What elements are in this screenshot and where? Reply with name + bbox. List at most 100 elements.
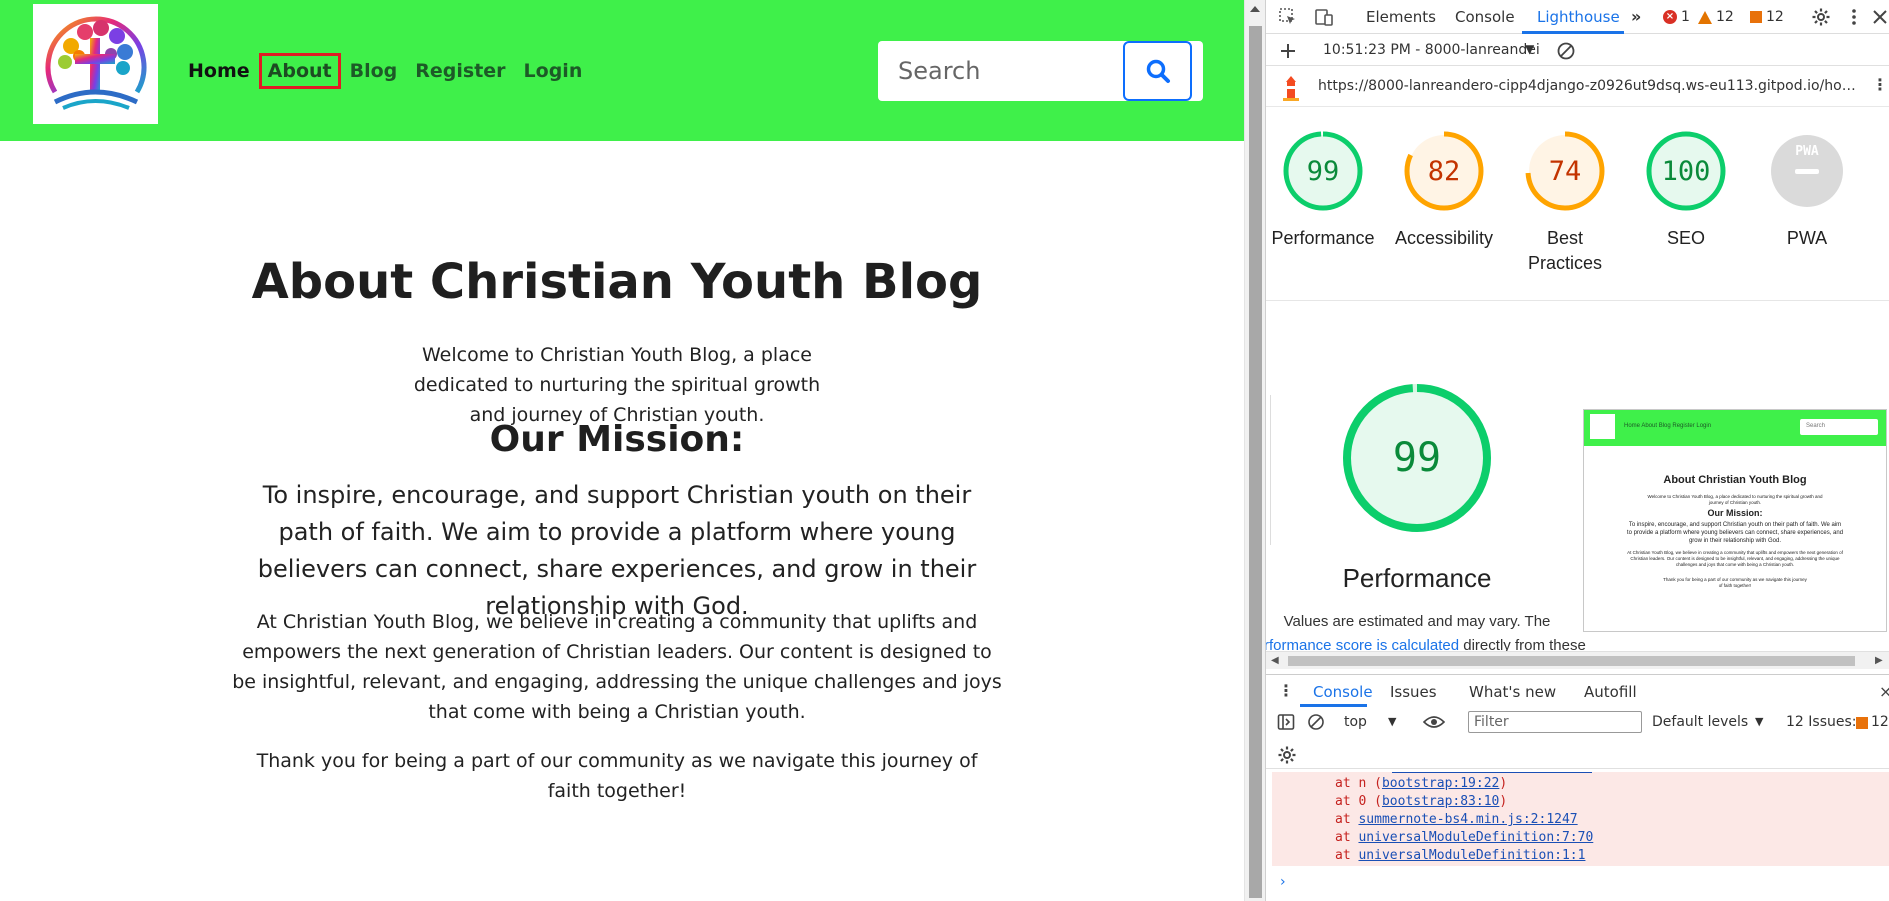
mission-paragraph: To inspire, encourage, and support Chris…	[257, 481, 977, 620]
console-settings-gear-icon[interactable]	[1277, 745, 1297, 765]
stack-frame-link[interactable]: summernote-bs4.min.js:2:1247	[1358, 812, 1577, 827]
live-expression-eye-icon[interactable]	[1423, 714, 1445, 730]
thumbnail-search: Search	[1800, 419, 1878, 435]
stack-frame-link[interactable]: bootstrap:83:10	[1382, 794, 1499, 809]
url-more-icon[interactable]: ⋮	[1872, 75, 1888, 94]
thumbnail-separator	[1270, 395, 1271, 545]
device-toolbar-icon[interactable]	[1314, 7, 1334, 27]
horizontal-scrollbar-thumb[interactable]	[1288, 656, 1855, 666]
thumbnail-mission-title: Our Mission:	[1707, 508, 1763, 518]
drawer-tab-issues[interactable]: Issues	[1390, 683, 1437, 701]
thumbnail-navbar: Home About Blog Register Login Search	[1584, 410, 1886, 446]
warning-count-badge[interactable]: 12	[1698, 9, 1734, 25]
score-gauge-seo[interactable]: 100	[1646, 131, 1726, 211]
community-paragraph: At Christian Youth Blog, we believe in c…	[232, 611, 1002, 723]
console-filter-input[interactable]	[1468, 711, 1642, 733]
search-icon	[1146, 59, 1170, 83]
more-options-icon[interactable]	[1844, 7, 1864, 27]
lighthouse-report-bar: 10:51:23 PM - 8000-lanreandei ▼	[1266, 35, 1889, 66]
report-url-bar: https://8000-lanreandero-cipp4django-z09…	[1266, 67, 1889, 107]
navbar: Home About Blog Register Login	[0, 0, 1244, 141]
console-issues-count[interactable]: 12	[1871, 714, 1889, 730]
devtools-toolbar: Elements Console Lighthouse » × 1 12 12	[1266, 0, 1889, 34]
nav-register-link[interactable]: Register	[409, 56, 511, 86]
nav-login-link[interactable]: Login	[518, 56, 589, 86]
site-logo[interactable]	[33, 4, 158, 124]
thumbnail-community: At Christian Youth Blog, we believe in c…	[1627, 550, 1843, 567]
drawer-tab-console[interactable]: Console	[1313, 683, 1373, 701]
report-url: https://8000-lanreandero-cipp4django-z09…	[1318, 78, 1858, 94]
score-gauge-accessibility[interactable]: 82	[1404, 131, 1484, 211]
values-note: Values are estimated and may vary. The	[1283, 613, 1551, 630]
report-dropdown-caret-icon[interactable]: ▼	[1525, 42, 1534, 56]
report-selector[interactable]: 10:51:23 PM - 8000-lanreandei	[1323, 42, 1548, 58]
log-levels-dropdown[interactable]: Default levels	[1652, 714, 1748, 730]
console-prompt-chevron-icon[interactable]: ›	[1280, 874, 1286, 890]
thumbnail-welcome: Welcome to Christian Youth Blog, a place…	[1647, 494, 1823, 505]
scroll-up-arrow-icon[interactable]	[1250, 6, 1260, 12]
thumbnail-thanks: Thank you for being a part of our commun…	[1663, 577, 1807, 588]
thumbnail-logo	[1590, 414, 1615, 439]
console-issues-label[interactable]: 12 Issues:	[1786, 714, 1856, 730]
clear-console-icon[interactable]	[1307, 713, 1325, 731]
page-title: About Christian Youth Blog	[251, 254, 983, 310]
stack-frame-prefix: at 0 (	[1335, 794, 1382, 809]
devtools-panel: Elements Console Lighthouse » × 1 12 12	[1265, 0, 1889, 901]
drawer-tabs: ⋮ Console Issues What's new Autofill ×	[1266, 674, 1889, 707]
stack-frame: at n (bootstrap:19:22)	[1335, 775, 1507, 793]
stack-frame-link[interactable]: bootstrap:19:22	[1382, 776, 1499, 791]
nav-home-link[interactable]: Home	[182, 56, 256, 86]
stack-frame-suffix: )	[1499, 794, 1508, 809]
search-button[interactable]	[1123, 41, 1192, 101]
console-sidebar-icon[interactable]	[1277, 713, 1295, 731]
nav-about-link[interactable]: About	[258, 53, 341, 89]
close-devtools-icon[interactable]	[1870, 7, 1889, 27]
tab-elements[interactable]: Elements	[1366, 8, 1436, 26]
stack-frame-link[interactable]: universalModuleDefinition:1:1	[1358, 848, 1585, 863]
clear-reports-icon[interactable]	[1556, 41, 1576, 61]
thumbnail-mission-text: To inspire, encourage, and support Chris…	[1626, 522, 1844, 544]
issues-count-badge[interactable]: 12	[1750, 9, 1784, 25]
scroll-left-arrow-icon[interactable]: ◀	[1271, 655, 1279, 666]
cross-tree-logo-icon	[45, 16, 147, 110]
page-scrollbar[interactable]	[1244, 0, 1265, 901]
nav-blog-link[interactable]: Blog	[344, 56, 404, 86]
close-drawer-icon[interactable]: ×	[1879, 682, 1889, 701]
issue-flag-icon	[1750, 11, 1762, 23]
drawer-tab-whats-new[interactable]: What's new	[1469, 683, 1556, 701]
section-divider	[1266, 300, 1889, 301]
score-gauge-performance[interactable]: 99	[1283, 131, 1363, 211]
tab-console[interactable]: Console	[1455, 8, 1515, 26]
page-scrollbar-thumb[interactable]	[1249, 26, 1262, 898]
more-tabs-icon[interactable]: »	[1631, 8, 1641, 26]
inspect-element-icon[interactable]	[1278, 7, 1298, 27]
stack-frame-suffix: )	[1499, 776, 1508, 791]
performance-heading: Performance	[1342, 563, 1492, 593]
score-gauge-best-practices[interactable]: 74	[1525, 131, 1605, 211]
page-screenshot-thumbnail[interactable]: Home About Blog Register Login Search Ab…	[1583, 409, 1887, 632]
welcome-paragraph: Welcome to Christian Youth Blog, a place…	[413, 344, 821, 426]
stack-frame-link[interactable]: universalModuleDefinition:7:70	[1358, 830, 1593, 845]
search-input[interactable]	[878, 41, 1122, 101]
settings-gear-icon[interactable]	[1811, 7, 1831, 27]
error-icon: ×	[1663, 10, 1677, 24]
score-label: Accessibility	[1394, 228, 1494, 248]
context-selector[interactable]: top	[1344, 714, 1367, 730]
drawer-tab-autofill[interactable]: Autofill	[1584, 683, 1637, 701]
horizontal-scrollbar[interactable]: ◀ ▶	[1266, 651, 1889, 669]
context-caret-icon[interactable]: ▼	[1388, 715, 1396, 728]
error-count-badge[interactable]: × 1	[1663, 9, 1690, 25]
stack-frame-prefix: at	[1335, 812, 1359, 827]
score-gauge-pwa[interactable]: PWA	[1767, 131, 1847, 211]
new-report-plus-icon[interactable]	[1279, 42, 1297, 60]
active-tab-indicator	[1522, 31, 1624, 34]
nav-links: Home About Blog Register Login	[182, 53, 594, 89]
score-label: PWA	[1786, 228, 1828, 248]
levels-caret-icon[interactable]: ▼	[1755, 715, 1763, 728]
stack-frame-prefix: at	[1335, 830, 1359, 845]
tab-lighthouse[interactable]: Lighthouse	[1537, 8, 1620, 26]
lighthouse-icon	[1283, 76, 1299, 101]
drawer-menu-icon[interactable]: ⋮	[1278, 681, 1294, 700]
scroll-right-arrow-icon[interactable]: ▶	[1875, 655, 1883, 666]
console-toolbar: top ▼ Default levels ▼ 12 Issues: 12	[1266, 707, 1889, 769]
